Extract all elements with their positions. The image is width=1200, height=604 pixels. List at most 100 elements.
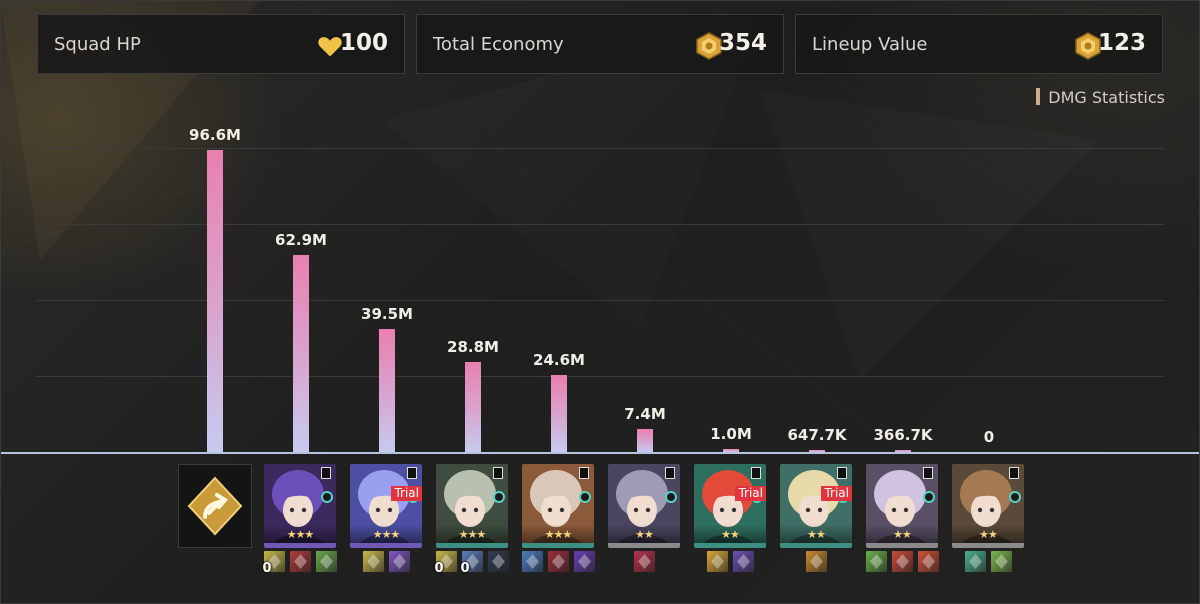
character-portrait[interactable]: Trial ★★★	[350, 464, 422, 548]
equipment-glyph-icon	[551, 554, 565, 569]
equipment-glyph-icon	[869, 554, 883, 569]
path-emblem-card[interactable]	[178, 464, 252, 548]
character-side-markers	[923, 467, 935, 503]
grid-line	[36, 224, 1164, 225]
trial-badge: Trial	[735, 486, 766, 501]
squad-hp-value: 100	[339, 30, 388, 56]
equipment-icon[interactable]: 0	[460, 550, 484, 576]
equipment-row	[632, 550, 659, 574]
damage-value-label: 96.6M	[189, 126, 241, 144]
equipment-row	[804, 550, 831, 574]
lineup-value-label: Lineup Value	[812, 34, 928, 55]
equipment-icon[interactable]	[520, 550, 544, 573]
equipment-row	[520, 550, 599, 574]
equipment-icon[interactable]	[890, 550, 914, 573]
grid-line	[36, 300, 1164, 301]
character-portrait[interactable]: Trial ★★	[780, 464, 852, 548]
equipment-row	[963, 550, 1016, 574]
equipment-icon[interactable]	[864, 550, 888, 573]
equipment-glyph-icon	[710, 554, 724, 569]
damage-value-label: 647.7K	[787, 425, 847, 444]
equipment-icon[interactable]	[572, 550, 596, 573]
slot-marker-icon	[923, 467, 933, 479]
equipment-icon[interactable]	[387, 550, 411, 573]
total-economy-label: Total Economy	[433, 34, 564, 55]
equipment-icon[interactable]	[731, 550, 755, 573]
equipment-glyph-icon	[968, 554, 982, 569]
chart-baseline	[0, 452, 1200, 454]
equipment-glyph-icon	[895, 554, 909, 569]
star-rating: ★★★	[458, 528, 487, 541]
element-ring-icon	[493, 491, 505, 503]
star-rating: ★★★	[372, 528, 401, 541]
equipment-icon[interactable]	[314, 550, 338, 573]
slot-marker-icon	[837, 467, 847, 479]
equipment-icon[interactable]	[705, 550, 729, 573]
character-side-markers	[321, 467, 333, 503]
equipment-count: 0	[460, 561, 470, 576]
damage-value-label: 24.6M	[533, 351, 585, 370]
character-portrait[interactable]: ★★★	[264, 464, 336, 548]
equipment-icon[interactable]: 0	[262, 550, 286, 576]
damage-bar	[465, 361, 481, 452]
rarity-strip	[436, 543, 508, 548]
damage-bar	[551, 375, 567, 452]
character-side-markers	[1009, 467, 1021, 503]
character-portrait[interactable]: ★★	[952, 464, 1024, 548]
equipment-icon[interactable]	[632, 550, 656, 573]
total-economy-panel: Total Economy 354	[416, 14, 784, 74]
character-portrait[interactable]: ★★	[866, 464, 938, 548]
rarity-strip	[608, 543, 680, 548]
star-rating: ★★	[979, 528, 998, 541]
lineup-value-panel: Lineup Value 123	[795, 14, 1163, 74]
squad-hp-panel: Squad HP 100	[37, 14, 405, 74]
path-emblem-icon	[187, 476, 243, 536]
star-rating: ★★	[635, 528, 654, 541]
equipment-icon[interactable]	[989, 550, 1013, 573]
character-portrait[interactable]: ★★★	[436, 464, 508, 548]
lineup-value-value: 123	[1097, 30, 1146, 56]
character-portrait[interactable]: ★★★	[522, 464, 594, 548]
equipment-icon[interactable]	[486, 550, 510, 573]
damage-value-label: 28.8M	[447, 337, 499, 356]
equipment-row: 00	[434, 550, 513, 576]
equipment-row	[864, 550, 943, 574]
equipment-icon[interactable]	[804, 550, 828, 573]
element-ring-icon	[665, 491, 677, 503]
slot-marker-icon	[665, 467, 675, 479]
trial-badge: Trial	[821, 486, 852, 501]
rarity-strip	[780, 543, 852, 548]
equipment-glyph-icon	[736, 554, 750, 569]
character-portrait[interactable]: ★★	[608, 464, 680, 548]
equipment-icon[interactable]	[361, 550, 385, 573]
equipment-row	[705, 550, 758, 574]
equipment-glyph-icon	[366, 554, 380, 569]
equipment-icon[interactable]	[546, 550, 570, 573]
element-ring-icon	[579, 491, 591, 503]
damage-bar	[293, 255, 309, 452]
slot-marker-icon	[751, 467, 761, 479]
equipment-glyph-icon	[577, 554, 591, 569]
slot-marker-icon	[321, 467, 331, 479]
grid-line	[36, 376, 1164, 377]
damage-value-label: 39.5M	[361, 304, 413, 323]
equipment-count: 0	[434, 561, 444, 576]
character-portrait[interactable]: Trial ★★	[694, 464, 766, 548]
rarity-strip	[952, 543, 1024, 548]
equipment-icon[interactable]	[288, 550, 312, 573]
equipment-glyph-icon	[637, 554, 651, 569]
rarity-strip	[522, 543, 594, 548]
damage-value-label: 1.0M	[710, 424, 752, 443]
equipment-icon[interactable]	[916, 550, 940, 573]
rarity-strip	[264, 543, 336, 548]
equipment-icon[interactable]	[963, 550, 987, 573]
damage-value-label: 62.9M	[275, 231, 327, 250]
equipment-icon[interactable]: 0	[434, 550, 458, 576]
damage-bar	[637, 428, 653, 452]
character-side-markers	[579, 467, 591, 503]
element-ring-icon	[923, 491, 935, 503]
equipment-glyph-icon	[994, 554, 1008, 569]
squad-hp-label: Squad HP	[54, 34, 141, 55]
equipment-count: 0	[262, 561, 272, 576]
equipment-glyph-icon	[525, 554, 539, 569]
